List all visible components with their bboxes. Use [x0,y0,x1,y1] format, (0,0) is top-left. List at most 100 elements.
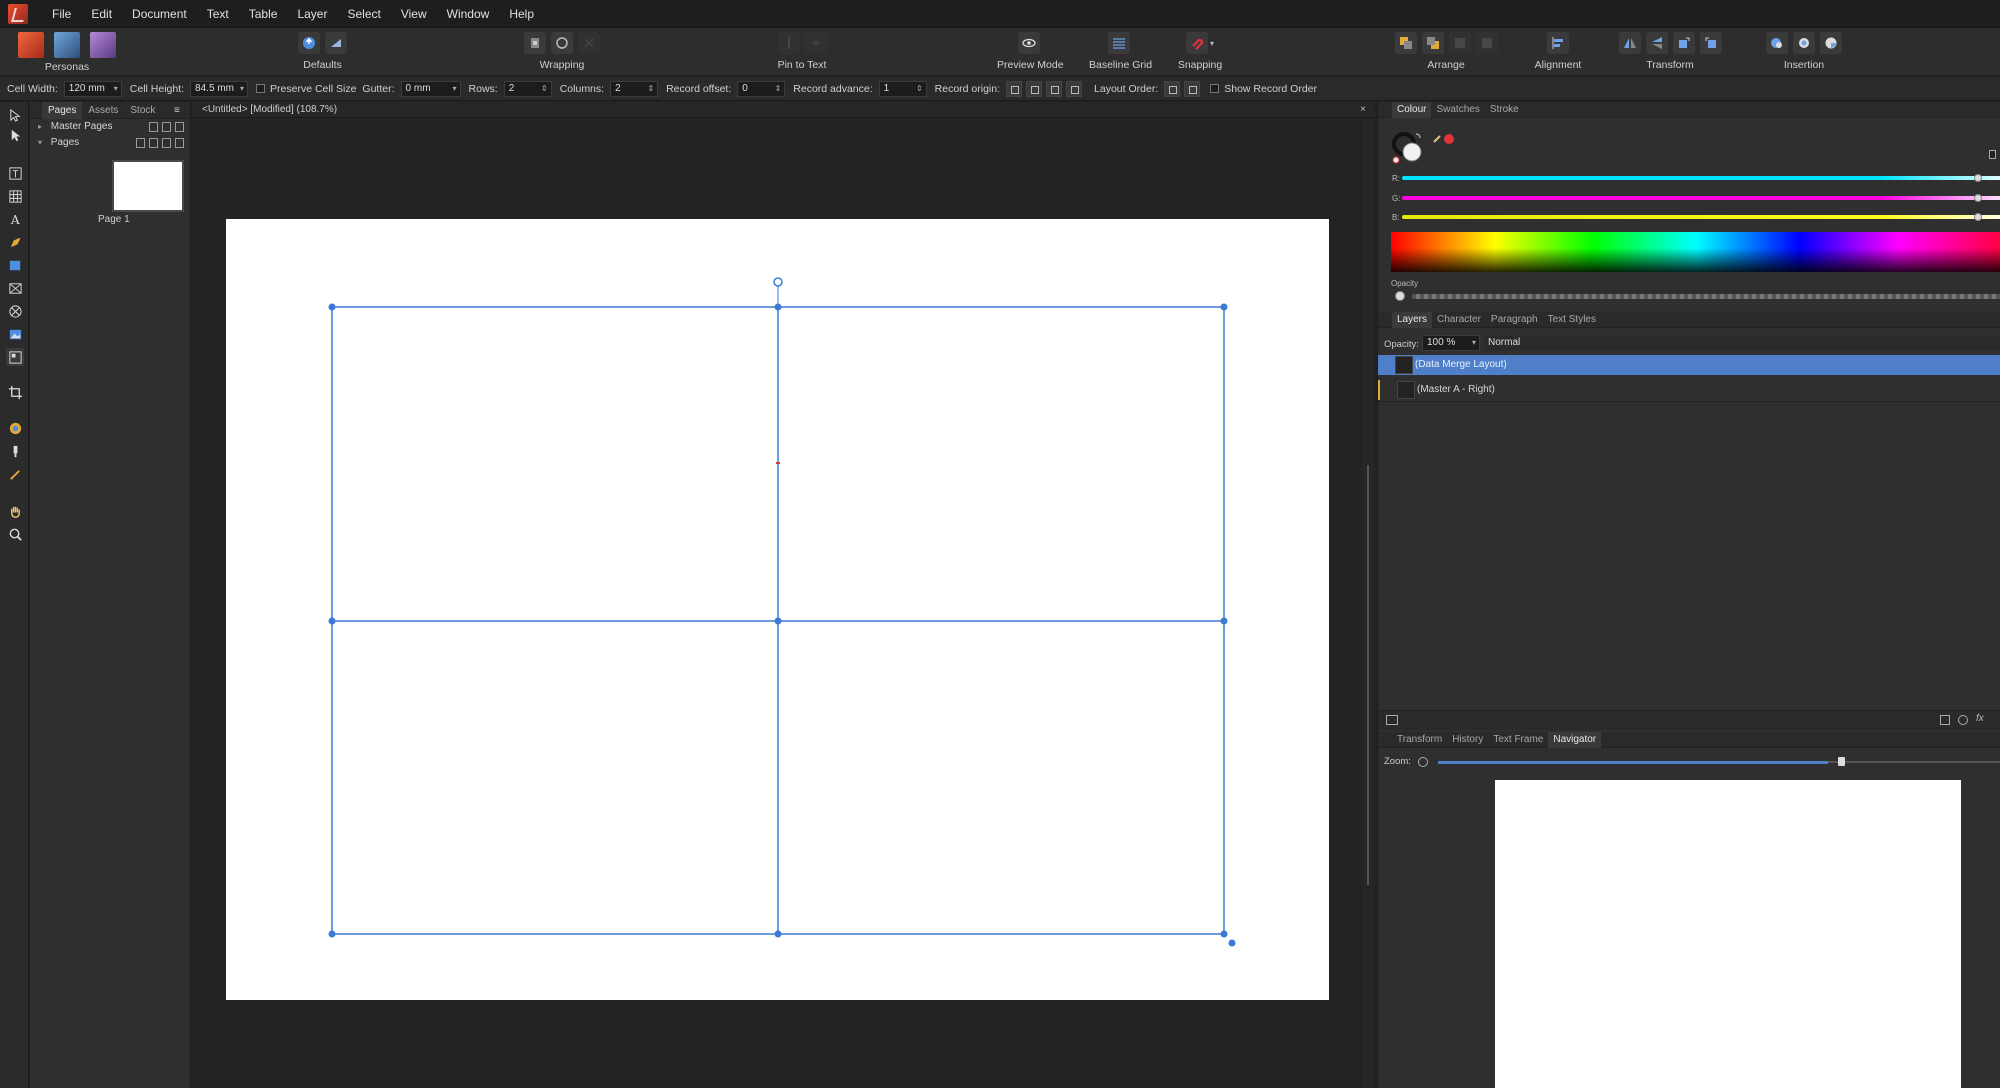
scrollbar-thumb[interactable] [1367,465,1369,885]
layer-opacity-field[interactable]: 100 % ▾ [1422,335,1480,351]
red-slider-knob[interactable] [1974,174,1982,182]
spread-icon[interactable] [136,138,145,148]
arrange-front-icon[interactable] [1475,32,1498,54]
master-pages-section[interactable]: ▸ Master Pages [30,119,190,135]
fill-tool-icon[interactable] [6,442,24,460]
layout-order-rows-button[interactable] [1164,80,1181,97]
page-thumbnail[interactable] [112,160,184,212]
zoom-slider[interactable] [1438,761,1828,764]
menu-window[interactable]: Window [437,0,500,28]
green-slider[interactable] [1402,196,2000,200]
fill-stroke-swatches[interactable] [1390,128,1460,168]
frame-text-tool-icon[interactable] [6,164,24,182]
menu-view[interactable]: View [391,0,437,28]
pen-tool-icon[interactable] [6,233,24,251]
tab-stroke[interactable]: Stroke [1485,102,1524,118]
collapse-arrow-icon[interactable]: ▾ [38,135,48,151]
ellipse-frame-tool-icon[interactable] [6,302,24,320]
tab-pages[interactable]: Pages [42,101,83,119]
rows-stepper[interactable]: 2 ⇕ [503,80,552,97]
adjustment-icon[interactable] [1958,715,1968,725]
flip-horizontal-icon[interactable] [1618,32,1641,54]
pin-icon[interactable] [777,32,800,54]
zoom-out-icon[interactable] [1418,757,1428,767]
colour-spectrum[interactable] [1391,232,2000,272]
tab-history[interactable]: History [1447,732,1488,748]
arrange-forward-icon[interactable] [1448,32,1471,54]
table-tool-icon[interactable] [6,187,24,205]
layer-row-data-merge[interactable]: (Data Merge Layout) [1378,355,2000,375]
blue-slider-knob[interactable] [1974,213,1982,221]
menu-table[interactable]: Table [239,0,288,28]
rotate-right-icon[interactable] [1699,32,1722,54]
preserve-cell-size-checkbox[interactable] [256,84,266,93]
zoom-slider-knob[interactable] [1838,757,1845,766]
insert-behind-icon[interactable] [1766,32,1788,54]
menu-edit[interactable]: Edit [81,0,122,28]
duplicate-master-icon[interactable] [162,122,171,132]
panel-menu-icon[interactable]: ≡ [174,105,180,116]
baseline-grid-icon[interactable] [1108,32,1130,54]
menu-layer[interactable]: Layer [287,0,337,28]
defaults-sync-icon[interactable] [298,32,320,54]
layer-row-master[interactable]: (Master A - Right) [1378,380,2000,400]
document-tab[interactable]: <Untitled> [Modified] (108.7%) × [192,102,1374,118]
tab-swatches[interactable]: Swatches [1431,102,1484,118]
data-merge-layout-tool-icon[interactable] [6,348,24,366]
vertical-scrollbar[interactable] [1362,119,1374,1088]
opacity-slider-knob[interactable] [1395,291,1405,301]
cell-height-field[interactable]: 84.5 mm ▾ [190,80,249,97]
blend-mode-select[interactable]: Normal [1483,335,2000,351]
snapping-magnet-icon[interactable] [1185,32,1208,54]
fx-icon[interactable]: fx [1976,713,1984,724]
opacity-slider[interactable] [1412,294,2000,299]
layers-stack-icon[interactable] [1386,715,1398,725]
preview-mode-icon[interactable] [1018,32,1040,54]
snapping-dropdown-icon[interactable]: ▾ [1210,39,1214,48]
defaults-revert-icon[interactable] [325,32,347,54]
tab-colour[interactable]: Colour [1392,101,1432,118]
artistic-text-tool-icon[interactable]: A [6,210,24,228]
columns-stepper[interactable]: 2 ⇕ [610,80,659,97]
record-advance-stepper[interactable]: 1 ⇕ [878,80,927,97]
origin-bottom-right-button[interactable] [1066,80,1083,97]
photo-persona-icon[interactable] [54,32,80,58]
arrange-backward-icon[interactable] [1421,32,1444,54]
tab-transform[interactable]: Transform [1392,732,1447,748]
origin-top-left-button[interactable] [1006,80,1023,97]
origin-bottom-left-button[interactable] [1046,80,1063,97]
hand-tool-icon[interactable] [6,502,24,520]
duplicate-page-icon[interactable] [162,138,171,148]
publisher-persona-icon[interactable] [18,32,44,58]
blue-slider[interactable] [1402,215,2000,219]
crop-tool-icon[interactable] [6,383,24,401]
picture-frame-tool-icon[interactable] [6,279,24,297]
tab-navigator[interactable]: Navigator [1548,731,1602,748]
origin-top-right-button[interactable] [1026,80,1043,97]
wrap-settings-icon[interactable] [578,32,600,54]
delete-master-icon[interactable] [175,122,184,132]
alignment-icon[interactable] [1547,32,1569,54]
wrap-square-icon[interactable] [524,32,546,54]
menu-help[interactable]: Help [499,0,544,28]
arrange-back-icon[interactable] [1394,32,1417,54]
green-slider-knob[interactable] [1974,194,1982,202]
move-tool-icon[interactable] [6,106,24,124]
tab-character[interactable]: Character [1432,312,1486,328]
tab-text-frame[interactable]: Text Frame [1488,732,1548,748]
document-page[interactable] [226,219,1329,1000]
lock-icon[interactable] [1989,150,1996,159]
zoom-tool-icon[interactable] [6,525,24,543]
menu-file[interactable]: File [42,0,81,28]
expand-arrow-icon[interactable]: ▸ [38,119,48,135]
show-record-order-checkbox[interactable] [1210,84,1220,93]
tab-layers[interactable]: Layers [1392,311,1433,328]
pages-section[interactable]: ▾ Pages [30,135,190,151]
tab-stock[interactable]: Stock [124,102,161,119]
rotate-left-icon[interactable] [1672,32,1695,54]
colour-picker-icon[interactable] [6,419,24,437]
designer-persona-icon[interactable] [90,32,116,58]
flip-vertical-icon[interactable] [1645,32,1668,54]
insert-inside-icon[interactable] [1793,32,1815,54]
navigator-preview[interactable] [1495,780,1961,1088]
